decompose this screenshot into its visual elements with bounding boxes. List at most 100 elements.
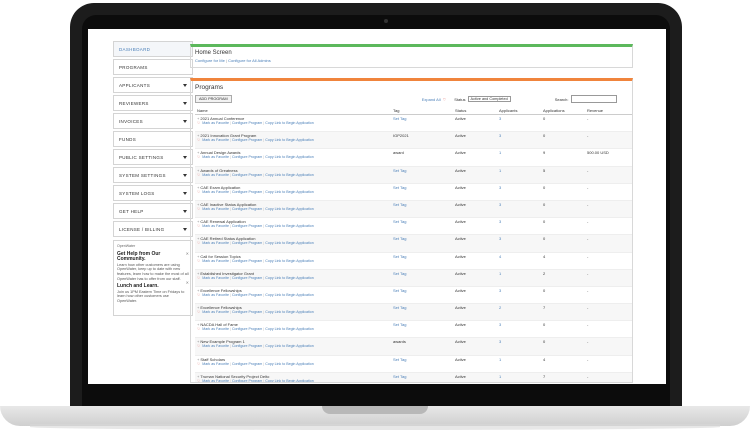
applicants-count[interactable]: 3 xyxy=(499,288,501,293)
applicants-count[interactable]: 3 xyxy=(499,236,501,241)
expand-all-link[interactable]: Expand All xyxy=(422,97,441,102)
mark-favorite-link[interactable]: Mark as Favorite xyxy=(202,241,229,245)
configure-program-link[interactable]: Configure Program xyxy=(232,362,262,366)
heart-icon[interactable]: ♡ xyxy=(197,327,200,331)
applicants-count[interactable]: 1 xyxy=(499,168,501,173)
applicants-count[interactable]: 3 xyxy=(499,202,501,207)
copy-link-link[interactable]: Copy Link to Begin Application xyxy=(265,224,314,228)
heart-icon[interactable]: ♡ xyxy=(197,190,200,194)
expand-icon[interactable]: + xyxy=(197,168,199,173)
copy-link-link[interactable]: Copy Link to Begin Application xyxy=(265,379,314,382)
tag-value[interactable]: Set Tag xyxy=(393,374,407,379)
close-icon[interactable]: ✕ xyxy=(186,251,189,257)
add-program-button[interactable]: ADD PROGRAM xyxy=(195,95,232,103)
copy-link-link[interactable]: Copy Link to Begin Application xyxy=(265,276,314,280)
mark-favorite-link[interactable]: Mark as Favorite xyxy=(202,379,229,382)
tag-value[interactable]: Set Tag xyxy=(393,271,407,276)
close-icon[interactable]: ✕ xyxy=(186,281,189,286)
copy-link-link[interactable]: Copy Link to Begin Application xyxy=(265,362,314,366)
configure-program-link[interactable]: Configure Program xyxy=(232,207,262,211)
applicants-count[interactable]: 2 xyxy=(499,305,501,310)
heart-icon[interactable]: ♡ xyxy=(197,379,200,382)
copy-link-link[interactable]: Copy Link to Begin Application xyxy=(265,344,314,348)
column-header[interactable]: Revenue xyxy=(585,106,632,115)
tag-value[interactable]: Set Tag xyxy=(393,305,407,310)
tag-value[interactable]: Set Tag xyxy=(393,202,407,207)
applicants-count[interactable]: 3 xyxy=(499,219,501,224)
expand-icon[interactable]: + xyxy=(197,254,199,259)
expand-icon[interactable]: + xyxy=(197,271,199,276)
sidebar-item-dashboard[interactable]: DASHBOARD xyxy=(113,41,193,57)
configure-program-link[interactable]: Configure Program xyxy=(232,241,262,245)
configure-program-link[interactable]: Configure Program xyxy=(232,155,262,159)
column-header[interactable]: Applications xyxy=(541,106,585,115)
copy-link-link[interactable]: Copy Link to Begin Application xyxy=(265,207,314,211)
sidebar-item-funds[interactable]: FUNDS xyxy=(113,131,193,147)
configure-for-me-link[interactable]: Configure for Me xyxy=(195,58,225,63)
sidebar-item-system-settings[interactable]: SYSTEM SETTINGS xyxy=(113,167,193,183)
copy-link-link[interactable]: Copy Link to Begin Application xyxy=(265,327,314,331)
configure-program-link[interactable]: Configure Program xyxy=(232,224,262,228)
mark-favorite-link[interactable]: Mark as Favorite xyxy=(202,155,229,159)
applicants-count[interactable]: 1 xyxy=(499,271,501,276)
tag-value[interactable]: Set Tag xyxy=(393,357,407,362)
tag-value[interactable]: Set Tag xyxy=(393,168,407,173)
copy-link-link[interactable]: Copy Link to Begin Application xyxy=(265,241,314,245)
configure-program-link[interactable]: Configure Program xyxy=(232,276,262,280)
configure-program-link[interactable]: Configure Program xyxy=(232,259,262,263)
mark-favorite-link[interactable]: Mark as Favorite xyxy=(202,362,229,366)
copy-link-link[interactable]: Copy Link to Begin Application xyxy=(265,121,314,125)
applicants-count[interactable]: 3 xyxy=(499,116,501,121)
sidebar-item-public-settings[interactable]: PUBLIC SETTINGS xyxy=(113,149,193,165)
heart-icon[interactable]: ♡ xyxy=(197,121,200,125)
heart-icon[interactable]: ♡ xyxy=(197,241,200,245)
heart-icon[interactable]: ♡ xyxy=(197,276,200,280)
sidebar-item-license-billing[interactable]: LICENSE / BILLING xyxy=(113,221,193,237)
configure-program-link[interactable]: Configure Program xyxy=(232,310,262,314)
configure-program-link[interactable]: Configure Program xyxy=(232,190,262,194)
heart-icon[interactable]: ♡ xyxy=(197,224,200,228)
tag-value[interactable]: Set Tag xyxy=(393,254,407,259)
sidebar-item-invoices[interactable]: INVOICES xyxy=(113,113,193,129)
heart-icon[interactable]: ♡ xyxy=(197,138,200,142)
copy-link-link[interactable]: Copy Link to Begin Application xyxy=(265,173,314,177)
applicants-count[interactable]: 3 xyxy=(499,133,501,138)
configure-program-link[interactable]: Configure Program xyxy=(232,327,262,331)
mark-favorite-link[interactable]: Mark as Favorite xyxy=(202,138,229,142)
copy-link-link[interactable]: Copy Link to Begin Application xyxy=(265,155,314,159)
sidebar-item-programs[interactable]: PROGRAMS xyxy=(113,59,193,75)
sidebar-item-reviewers[interactable]: REVIEWERS xyxy=(113,95,193,111)
mark-favorite-link[interactable]: Mark as Favorite xyxy=(202,121,229,125)
column-header[interactable]: Status xyxy=(453,106,497,115)
mark-favorite-link[interactable]: Mark as Favorite xyxy=(202,207,229,211)
copy-link-link[interactable]: Copy Link to Begin Application xyxy=(265,259,314,263)
mark-favorite-link[interactable]: Mark as Favorite xyxy=(202,344,229,348)
heart-icon[interactable]: ♡ xyxy=(197,344,200,348)
mark-favorite-link[interactable]: Mark as Favorite xyxy=(202,224,229,228)
applicants-count[interactable]: 3 xyxy=(499,322,501,327)
configure-program-link[interactable]: Configure Program xyxy=(232,379,262,382)
copy-link-link[interactable]: Copy Link to Begin Application xyxy=(265,293,314,297)
mark-favorite-link[interactable]: Mark as Favorite xyxy=(202,310,229,314)
heart-icon[interactable]: ♡ xyxy=(197,293,200,297)
applicants-count[interactable]: 1 xyxy=(499,374,501,379)
configure-program-link[interactable]: Configure Program xyxy=(232,121,262,125)
column-header[interactable]: Tag xyxy=(391,106,453,115)
heart-icon[interactable]: ♡ xyxy=(197,207,200,211)
status-select[interactable]: Active and Completed xyxy=(467,96,511,102)
heart-icon[interactable]: ♡ xyxy=(197,259,200,263)
tag-value[interactable]: Set Tag xyxy=(393,219,407,224)
sidebar-item-get-help[interactable]: GET HELP xyxy=(113,203,193,219)
tag-value[interactable]: Set Tag xyxy=(393,116,407,121)
configure-program-link[interactable]: Configure Program xyxy=(232,293,262,297)
sidebar-item-applicants[interactable]: APPLICANTS xyxy=(113,77,193,93)
expand-icon[interactable]: + xyxy=(197,357,199,362)
applicants-count[interactable]: 3 xyxy=(499,185,501,190)
sidebar-item-system-logs[interactable]: SYSTEM LOGS xyxy=(113,185,193,201)
mark-favorite-link[interactable]: Mark as Favorite xyxy=(202,327,229,331)
applicants-count[interactable]: 1 xyxy=(499,357,501,362)
heart-icon[interactable]: ♡ xyxy=(197,155,200,159)
copy-link-link[interactable]: Copy Link to Begin Application xyxy=(265,138,314,142)
mark-favorite-link[interactable]: Mark as Favorite xyxy=(202,190,229,194)
heart-icon[interactable]: ♡ xyxy=(197,173,200,177)
